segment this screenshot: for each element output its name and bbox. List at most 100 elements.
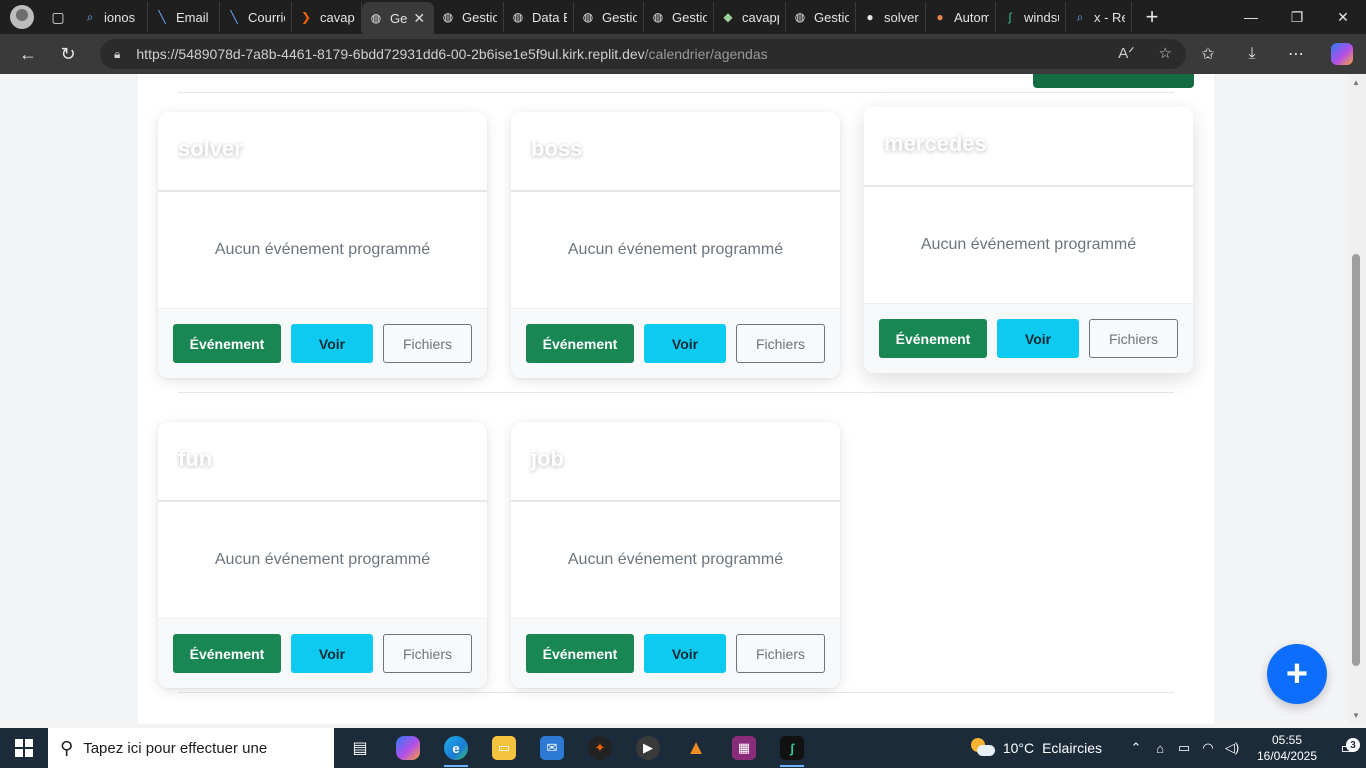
url-path: /calendrier/agendas <box>644 46 768 62</box>
browser-tab[interactable]: ◍Gestion <box>434 2 504 32</box>
close-tab-icon[interactable]: ✕ <box>413 10 425 27</box>
agenda-name: boss <box>531 136 583 161</box>
browser-tab[interactable]: ⌕ ionos <box>76 2 148 32</box>
file-explorer-icon[interactable]: ▭ <box>480 728 528 768</box>
weather-icon[interactable] <box>970 738 995 758</box>
search-icon: ⚲ <box>60 737 74 758</box>
browser-tab[interactable]: ◍Gestion <box>786 2 856 32</box>
restore-icon[interactable]: ❐ <box>1274 0 1320 34</box>
favorite-star-icon[interactable]: ☆ <box>1159 44 1172 62</box>
ionos-icon: ╲ <box>158 10 166 24</box>
vlc-icon[interactable]: ▲ <box>672 728 720 768</box>
browser-tab[interactable]: ╲ Email | <box>148 2 220 32</box>
browser-tab[interactable]: ◆cavapp <box>714 2 786 32</box>
profile-avatar[interactable] <box>10 5 34 29</box>
add-event-button[interactable]: Événement <box>173 324 281 363</box>
agenda-card-header: fun <box>158 422 487 502</box>
volume-icon[interactable]: ◁) <box>1220 740 1244 756</box>
browser-tab[interactable]: ● Autom <box>926 2 996 32</box>
scroll-up-icon[interactable]: ▲ <box>1352 78 1360 87</box>
notifications-icon[interactable]: ▭ 3 <box>1330 738 1366 758</box>
view-agenda-button[interactable]: Voir <box>997 319 1079 358</box>
page-scrollbar[interactable]: ▲ ▼ <box>1348 74 1366 724</box>
windows-taskbar: ⚲ Tapez ici pour effectuer une ▤ e ▭ ✉ ✦ … <box>0 728 1366 768</box>
browser-tab[interactable]: ◍Data E <box>504 2 574 32</box>
browser-tab[interactable]: ʃwindsu <box>996 2 1066 32</box>
files-button[interactable]: Fichiers <box>383 634 472 673</box>
clock[interactable]: 05:55 16/04/2025 <box>1244 732 1330 764</box>
files-button[interactable]: Fichiers <box>383 324 472 363</box>
add-event-button[interactable]: Événement <box>879 319 987 358</box>
downloads-icon[interactable]: ⤓ <box>1230 34 1274 74</box>
divider <box>178 92 1174 93</box>
copilot-app-icon[interactable] <box>384 728 432 768</box>
add-event-button[interactable]: Événement <box>526 634 634 673</box>
weather-temp[interactable]: 10°C <box>1003 740 1034 756</box>
windows-logo-icon <box>15 739 33 757</box>
add-event-button[interactable]: Événement <box>526 324 634 363</box>
scroll-down-icon[interactable]: ▼ <box>1352 711 1360 720</box>
agenda-card-actions: Événement Voir Fichiers <box>511 618 840 688</box>
copilot-icon[interactable] <box>1318 34 1366 74</box>
taskbar-search[interactable]: ⚲ Tapez ici pour effectuer une <box>48 728 334 768</box>
browser-tab[interactable]: ◍Gestion <box>644 2 714 32</box>
more-menu-icon[interactable]: ⋯ <box>1274 34 1318 74</box>
replit-app-icon[interactable]: ✦ <box>576 728 624 768</box>
view-agenda-button[interactable]: Voir <box>644 634 726 673</box>
start-button[interactable] <box>0 728 48 768</box>
files-button[interactable]: Fichiers <box>1089 319 1178 358</box>
view-agenda-button[interactable]: Voir <box>291 324 373 363</box>
agenda-name: job <box>531 446 564 471</box>
divider <box>178 692 1174 693</box>
browser-tab[interactable]: ⌕x - Rec <box>1066 2 1132 32</box>
globe-icon: ◍ <box>794 10 806 24</box>
media-player-icon[interactable]: ▶ <box>624 728 672 768</box>
minimize-icon[interactable]: — <box>1228 0 1274 34</box>
view-agenda-button[interactable]: Voir <box>644 324 726 363</box>
address-bar[interactable]: 🔒︎ https://5489078d-7a8b-4461-8179-6bdd7… <box>100 39 1186 69</box>
plus-icon: + <box>1285 652 1309 695</box>
empty-events-text: Aucun événement programmé <box>214 551 431 568</box>
browser-tab[interactable]: ◍Gestion <box>574 2 644 32</box>
view-agenda-button[interactable]: Voir <box>291 634 373 673</box>
agenda-card: fun Aucun événement programmé Événement … <box>158 422 487 688</box>
globe-icon: ◍ <box>442 10 454 24</box>
browser-tab-bar: ▢ ⌕ionos ╲Email | ╲Courrie ❯cavapp ◍Ge✕ … <box>0 0 1366 34</box>
browser-tab-active[interactable]: ◍ Ge ✕ <box>362 2 434 34</box>
clock-time: 05:55 <box>1271 733 1303 747</box>
replit-icon: ❯ <box>300 10 312 24</box>
empty-events-text: Aucun événement programmé <box>567 551 784 568</box>
read-aloud-icon[interactable]: Aᐟ <box>1118 44 1134 62</box>
browser-tab[interactable]: ╲Courrie <box>220 2 292 32</box>
add-event-button[interactable]: Événement <box>173 634 281 673</box>
wifi-icon[interactable]: ◠ <box>1196 740 1220 756</box>
favorites-icon[interactable]: ✩ <box>1186 34 1230 74</box>
mail-app-icon[interactable]: ✉ <box>528 728 576 768</box>
files-button[interactable]: Fichiers <box>736 324 825 363</box>
winrar-icon[interactable]: ▦ <box>720 728 768 768</box>
globe-icon: ◍ <box>652 10 664 24</box>
tab-actions-icon[interactable]: ▢ <box>40 0 76 34</box>
add-agenda-fab[interactable]: + <box>1267 644 1327 704</box>
files-button[interactable]: Fichiers <box>736 634 825 673</box>
battery-icon[interactable]: ▭ <box>1172 740 1196 756</box>
scrollbar-thumb[interactable] <box>1352 254 1360 666</box>
new-agenda-button[interactable] <box>1033 74 1194 88</box>
browser-tab[interactable]: ❯cavapp <box>292 2 362 32</box>
chevron-up-icon[interactable]: ⌃ <box>1124 740 1148 756</box>
lock-icon: 🔒︎ <box>114 46 121 61</box>
windsurf-app-icon[interactable]: ʃ <box>768 728 816 768</box>
weather-desc[interactable]: Eclaircies <box>1042 740 1102 756</box>
refresh-icon[interactable]: ↻ <box>48 34 88 74</box>
url-host: https://5489078d-7a8b-4461-8179-6bdd7293… <box>136 46 645 62</box>
back-icon[interactable]: ← <box>8 34 48 74</box>
new-tab-icon[interactable]: + <box>1132 0 1172 34</box>
edge-app-icon[interactable]: e <box>432 728 480 768</box>
task-view-icon[interactable]: ▤ <box>336 728 384 768</box>
agenda-card: job Aucun événement programmé Événement … <box>511 422 840 688</box>
close-window-icon[interactable]: ✕ <box>1320 0 1366 34</box>
device-icon[interactable]: ⌂ <box>1148 741 1172 756</box>
agenda-card-actions: Événement Voir Fichiers <box>864 303 1193 373</box>
agenda-card-header: job <box>511 422 840 502</box>
browser-tab[interactable]: ●solver4 <box>856 2 926 32</box>
